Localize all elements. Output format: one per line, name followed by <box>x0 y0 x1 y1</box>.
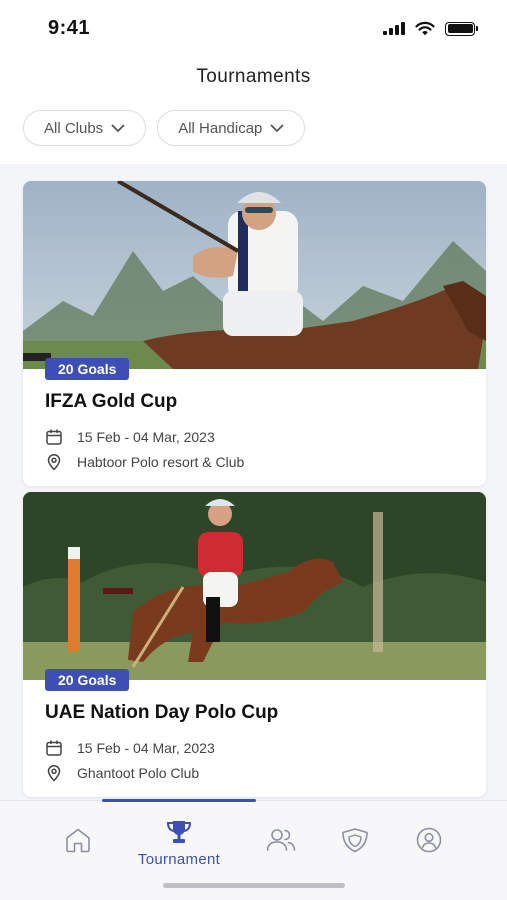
nav-home[interactable] <box>48 827 108 853</box>
filter-bar: All Clubs All Handicap <box>23 110 306 146</box>
chevron-down-icon <box>271 124 284 132</box>
tournament-dates: 15 Feb - 04 Mar, 2023 <box>45 735 464 760</box>
tournament-card[interactable]: 20 Goals UAE Nation Day Polo Cup 15 Feb … <box>23 492 486 797</box>
status-time: 9:41 <box>48 17 91 39</box>
date-range-text: 15 Feb - 04 Mar, 2023 <box>77 739 215 756</box>
cellular-signal-icon <box>383 22 405 35</box>
tournament-title: IFZA Gold Cup <box>45 391 178 412</box>
calendar-icon <box>46 740 62 756</box>
tournament-venue: Habtoor Polo resort & Club <box>45 449 464 474</box>
home-indicator-bar[interactable] <box>163 883 345 888</box>
nav-profile[interactable] <box>399 827 459 853</box>
nav-tournament[interactable]: Tournament <box>130 819 228 868</box>
page-title: Tournaments <box>196 66 311 87</box>
tournament-venue: Ghantoot Polo Club <box>45 760 464 785</box>
handicap-badge: 20 Goals <box>45 358 130 380</box>
battery-icon <box>445 21 478 36</box>
club-filter-label: All Clubs <box>44 119 104 137</box>
location-pin-icon <box>47 764 61 782</box>
trophy-icon <box>166 821 192 843</box>
tournament-title: UAE Nation Day Polo Cup <box>45 702 279 723</box>
status-icons <box>383 21 478 36</box>
home-icon <box>66 828 90 853</box>
nav-tournament-label: Tournament <box>137 851 221 868</box>
venue-text: Habtoor Polo resort & Club <box>77 453 245 470</box>
wifi-icon <box>415 21 435 36</box>
date-range-text: 15 Feb - 04 Mar, 2023 <box>77 428 215 445</box>
nav-teams[interactable] <box>325 827 385 853</box>
users-icon <box>266 829 296 851</box>
status-bar: 9:41 <box>0 0 507 58</box>
tournament-dates: 15 Feb - 04 Mar, 2023 <box>45 424 464 449</box>
profile-icon <box>416 827 442 853</box>
calendar-icon <box>46 429 62 445</box>
club-filter-dropdown[interactable]: All Clubs <box>23 110 147 146</box>
tournament-list[interactable]: 20 Goals IFZA Gold Cup 15 Feb - 04 Mar, … <box>0 164 507 800</box>
active-tab-indicator <box>102 799 256 802</box>
location-pin-icon <box>47 453 61 471</box>
tournament-card[interactable]: 20 Goals IFZA Gold Cup 15 Feb - 04 Mar, … <box>23 181 486 486</box>
venue-text: Ghantoot Polo Club <box>77 764 200 781</box>
handicap-filter-dropdown[interactable]: All Handicap <box>157 110 306 146</box>
bottom-nav: Tournament <box>0 799 507 900</box>
tournament-photo <box>23 492 486 680</box>
nav-members[interactable] <box>251 827 311 853</box>
tournament-photo <box>23 181 486 369</box>
chevron-down-icon <box>111 124 125 132</box>
shield-icon <box>342 828 368 853</box>
handicap-badge: 20 Goals <box>45 669 130 691</box>
handicap-filter-label: All Handicap <box>178 119 263 137</box>
